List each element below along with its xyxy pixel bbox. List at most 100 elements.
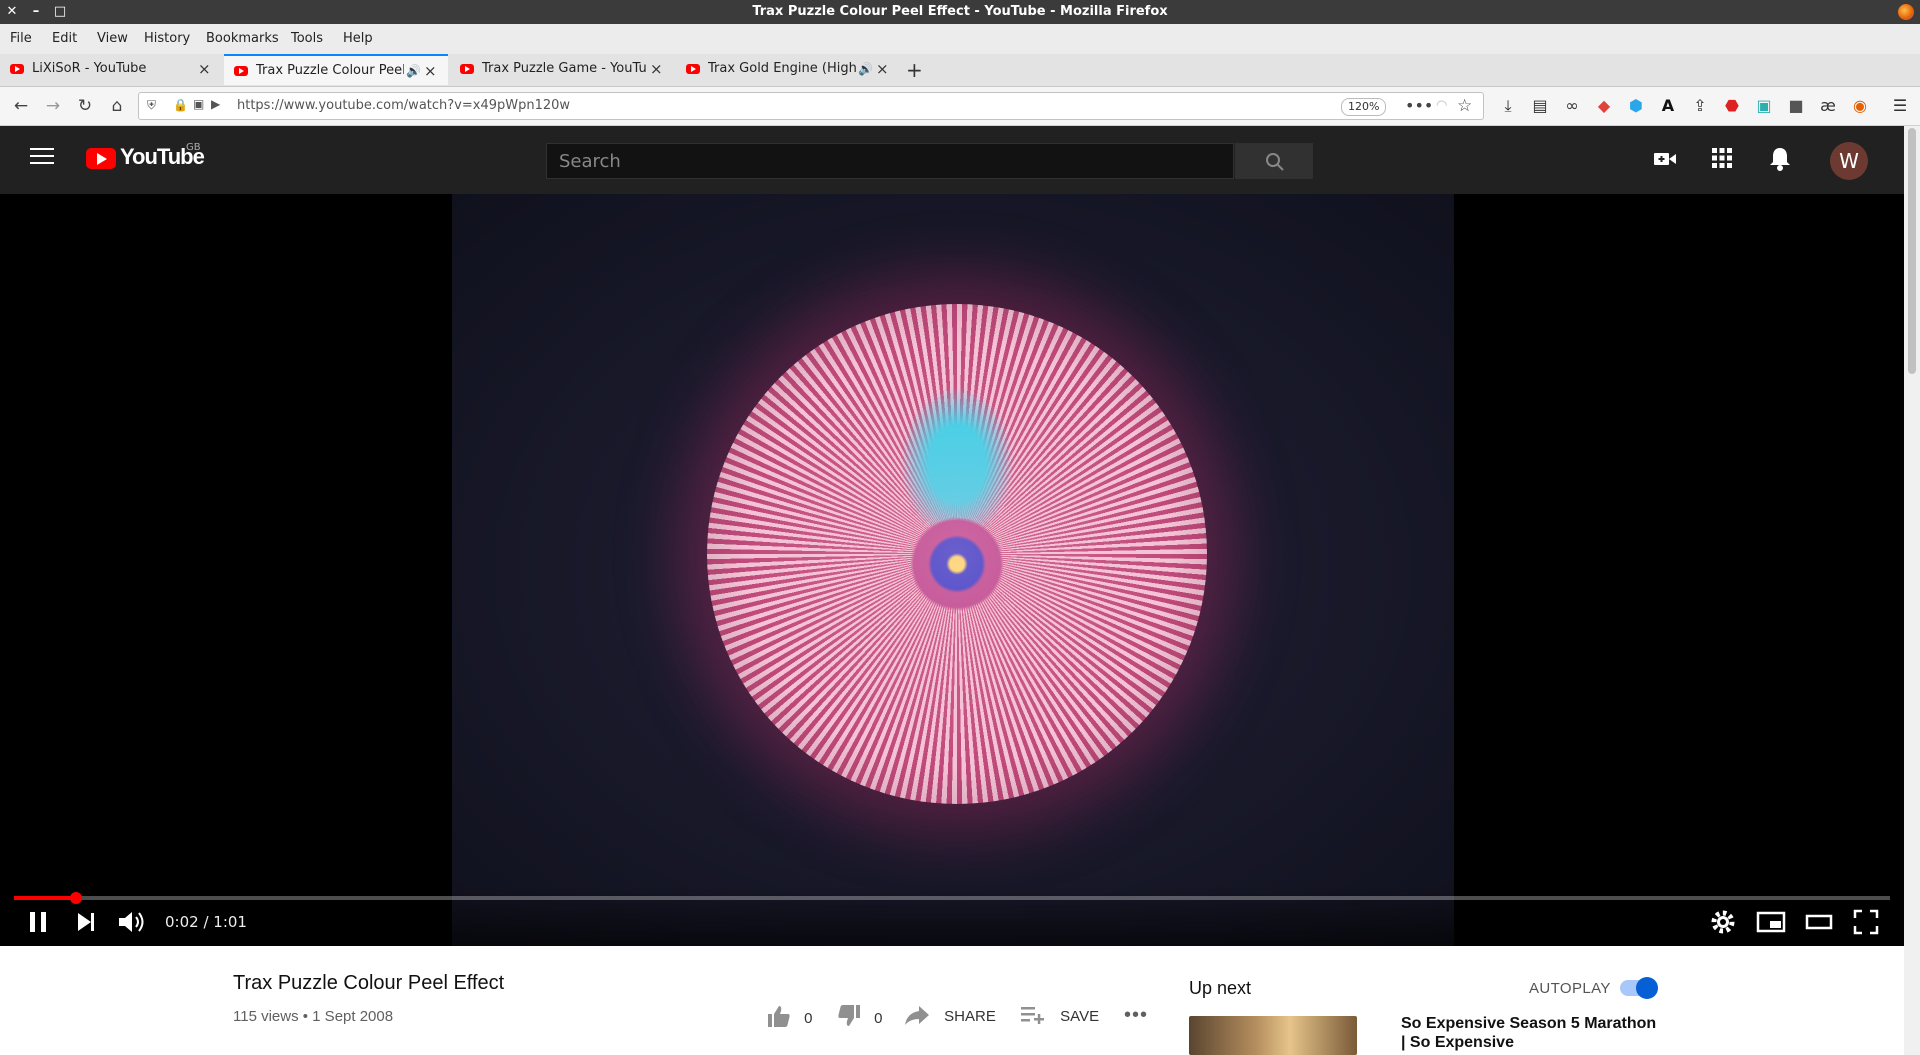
like-count: 0 bbox=[804, 1010, 813, 1027]
scrubber-handle[interactable] bbox=[69, 892, 82, 904]
lock-icon[interactable]: 🔒 bbox=[173, 98, 188, 112]
mask-extension-icon[interactable]: ∞ bbox=[1560, 87, 1584, 125]
pocket-icon[interactable]: ◠ bbox=[1436, 93, 1447, 119]
shield-icon[interactable]: ⛨ bbox=[147, 98, 156, 113]
youtube-favicon-icon bbox=[686, 64, 700, 74]
autoplay-label: AUTOPLAY bbox=[1529, 980, 1611, 997]
recommendation-thumbnail[interactable] bbox=[1189, 1016, 1357, 1055]
next-video-icon[interactable] bbox=[72, 908, 100, 936]
page-scrollbar[interactable] bbox=[1904, 126, 1920, 1055]
basketball-extension-icon[interactable]: ◉ bbox=[1848, 87, 1872, 125]
speaker-icon[interactable]: 🔊 bbox=[406, 56, 421, 86]
dislike-button[interactable]: 0 bbox=[836, 1004, 883, 1032]
search-box bbox=[546, 143, 1234, 179]
url-text: https://www.youtube.com/watch?v=x49pWpn1… bbox=[237, 98, 571, 113]
bookmark-star-icon[interactable]: ☆ bbox=[1457, 93, 1472, 119]
video-player[interactable]: 0:02 / 1:01 bbox=[0, 194, 1904, 946]
tab-close-icon[interactable]: × bbox=[650, 54, 663, 84]
tab-trax-gold-engine[interactable]: Trax Gold Engine (High Sp 🔊 × bbox=[676, 54, 900, 86]
menu-bar: File Edit View History Bookmarks Tools H… bbox=[0, 24, 1920, 54]
seo-extension-icon[interactable]: ■ bbox=[1784, 87, 1808, 125]
youtube-favicon-icon bbox=[10, 64, 24, 74]
back-icon[interactable]: ← bbox=[8, 87, 34, 125]
share-label: SHARE bbox=[944, 1008, 996, 1025]
tab-lixisor[interactable]: LiXiSoR - YouTube × bbox=[0, 54, 222, 86]
window-titlebar: ✕ – □ Trax Puzzle Colour Peel Effect - Y… bbox=[0, 0, 1920, 24]
video-title: Trax Puzzle Colour Peel Effect bbox=[233, 972, 505, 994]
navigation-bar: ← → ↻ ⌂ ⛨ 🔒 ▣ ▶ https://www.youtube.com/… bbox=[0, 87, 1920, 126]
home-icon[interactable]: ⌂ bbox=[104, 87, 130, 125]
thumbs-up-icon bbox=[768, 1006, 790, 1027]
dislike-count: 0 bbox=[874, 1010, 883, 1027]
progress-played bbox=[14, 896, 76, 900]
font-extension-icon[interactable]: A bbox=[1656, 87, 1680, 125]
apps-grid-icon[interactable] bbox=[1710, 146, 1734, 170]
menu-history[interactable]: History bbox=[144, 24, 190, 54]
save-extension-icon[interactable]: ▣ bbox=[1752, 87, 1776, 125]
scrollbar-thumb[interactable] bbox=[1908, 128, 1916, 374]
reload-icon[interactable]: ↻ bbox=[72, 87, 98, 125]
permissions-icon[interactable]: ▣ bbox=[193, 97, 204, 111]
avatar[interactable]: W bbox=[1830, 142, 1868, 180]
share-button[interactable]: SHARE bbox=[904, 1004, 996, 1030]
fullscreen-icon[interactable] bbox=[1852, 908, 1880, 936]
thumbs-down-icon bbox=[838, 1005, 860, 1026]
like-button[interactable]: 0 bbox=[766, 1004, 813, 1032]
url-bar[interactable]: ⛨ 🔒 ▣ ▶ https://www.youtube.com/watch?v=… bbox=[138, 92, 1484, 120]
tab-strip: LiXiSoR - YouTube × Trax Puzzle Colour P… bbox=[0, 54, 1920, 87]
hamburger-menu-icon[interactable]: ☰ bbox=[1888, 87, 1912, 125]
ae-extension-icon[interactable]: æ bbox=[1816, 87, 1840, 125]
tab-trax-game[interactable]: Trax Puzzle Game - YouTube × bbox=[450, 54, 674, 86]
playlist-add-icon bbox=[1021, 1007, 1044, 1024]
save-button[interactable]: SAVE bbox=[1020, 1004, 1099, 1030]
up-next-heading: Up next bbox=[1189, 978, 1252, 998]
progress-bar[interactable] bbox=[14, 892, 1890, 904]
video-frame[interactable] bbox=[452, 194, 1454, 946]
forward-icon[interactable]: → bbox=[40, 87, 66, 125]
adblock-icon[interactable]: ⬣ bbox=[1720, 87, 1744, 125]
firefox-logo-icon bbox=[1898, 4, 1914, 20]
theater-mode-icon[interactable] bbox=[1804, 908, 1834, 936]
pause-icon[interactable] bbox=[24, 908, 52, 936]
autoplay-toggle[interactable] bbox=[1620, 977, 1658, 999]
youtube-favicon-icon bbox=[460, 64, 474, 74]
tab-label: Trax Puzzle Game - YouTube bbox=[482, 61, 646, 76]
zoom-level[interactable]: 120% bbox=[1341, 98, 1387, 116]
watch-info: Trax Puzzle Colour Peel Effect 115 views… bbox=[0, 946, 1904, 1055]
tab-close-icon[interactable]: × bbox=[198, 54, 211, 84]
tab-close-icon[interactable]: × bbox=[424, 56, 437, 86]
menu-file[interactable]: File bbox=[10, 24, 32, 54]
menu-view[interactable]: View bbox=[97, 24, 128, 54]
more-actions-icon[interactable]: ••• bbox=[1124, 1002, 1148, 1028]
new-tab-button[interactable]: + bbox=[906, 54, 923, 86]
save-label: SAVE bbox=[1060, 1008, 1100, 1025]
eraser-extension-icon[interactable]: ◆ bbox=[1592, 87, 1616, 125]
upload-extension-icon[interactable]: ⇪ bbox=[1688, 87, 1712, 125]
menu-edit[interactable]: Edit bbox=[52, 24, 77, 54]
volume-icon[interactable] bbox=[116, 908, 146, 936]
settings-gear-icon[interactable] bbox=[1709, 908, 1737, 936]
toggle-knob bbox=[1636, 977, 1658, 999]
create-video-icon[interactable] bbox=[1652, 146, 1678, 172]
tab-trax-colour-peel[interactable]: Trax Puzzle Colour Peel Ef 🔊 × bbox=[224, 54, 448, 85]
speaker-icon[interactable]: 🔊 bbox=[858, 54, 873, 84]
menu-help[interactable]: Help bbox=[343, 24, 373, 54]
menu-tools[interactable]: Tools bbox=[291, 24, 323, 54]
menu-bookmarks[interactable]: Bookmarks bbox=[206, 24, 279, 54]
recommendation-title[interactable]: So Expensive Season 5 Marathon | So Expe… bbox=[1401, 1014, 1661, 1052]
share-arrow-icon bbox=[905, 1006, 929, 1025]
downloads-icon[interactable]: ⤓ bbox=[1496, 87, 1520, 125]
notifications-bell-icon[interactable] bbox=[1768, 146, 1792, 172]
guide-menu-icon[interactable] bbox=[30, 148, 54, 166]
miniplayer-icon[interactable] bbox=[1756, 908, 1786, 936]
search-input[interactable] bbox=[547, 144, 1233, 178]
tab-close-icon[interactable]: × bbox=[876, 54, 889, 84]
page-actions-icon[interactable]: ••• bbox=[1405, 93, 1433, 119]
autoplay-blocked-icon[interactable]: ▶ bbox=[211, 97, 220, 111]
search-button[interactable] bbox=[1235, 143, 1313, 179]
youtube-play-logo-icon bbox=[86, 148, 116, 169]
window-title: Trax Puzzle Colour Peel Effect - YouTube… bbox=[752, 4, 1168, 19]
comment-extension-icon[interactable]: ▤ bbox=[1528, 87, 1552, 125]
youtube-header: YouTube GB W bbox=[0, 126, 1904, 194]
cube-extension-icon[interactable]: ⬢ bbox=[1624, 87, 1648, 125]
